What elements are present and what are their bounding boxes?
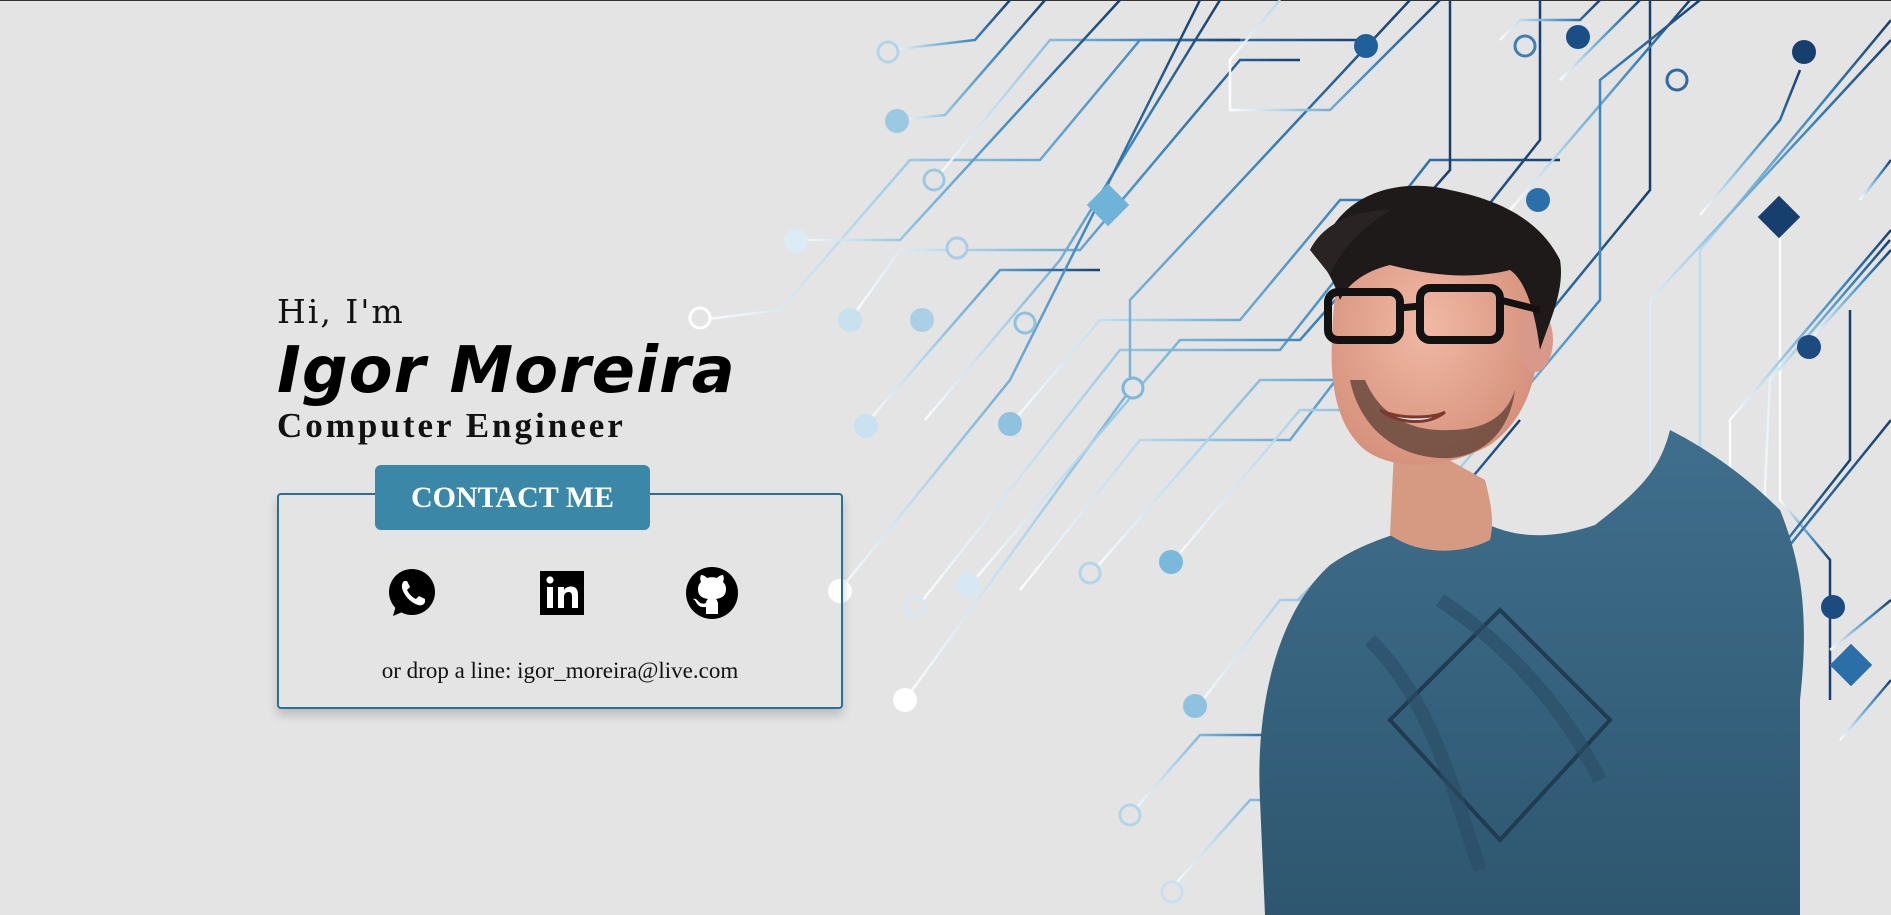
whatsapp-link[interactable] (385, 566, 439, 620)
contact-me-button[interactable]: CONTACT ME (375, 465, 650, 530)
greeting-text: Hi, I'm (277, 292, 405, 331)
whatsapp-icon (389, 569, 435, 616)
linkedin-link[interactable] (535, 566, 589, 620)
person-name: Igor Moreira (277, 334, 736, 408)
email-line: or drop a line: igor_moreira@live.com (381, 658, 739, 683)
profile-photo (1259, 185, 1804, 915)
hero-text: Hi, I'm Igor Moreira Computer Engineer (277, 292, 736, 446)
linkedin-icon (540, 571, 584, 615)
github-link[interactable] (685, 566, 739, 620)
github-icon (686, 567, 738, 619)
job-title: Computer Engineer (277, 406, 626, 445)
